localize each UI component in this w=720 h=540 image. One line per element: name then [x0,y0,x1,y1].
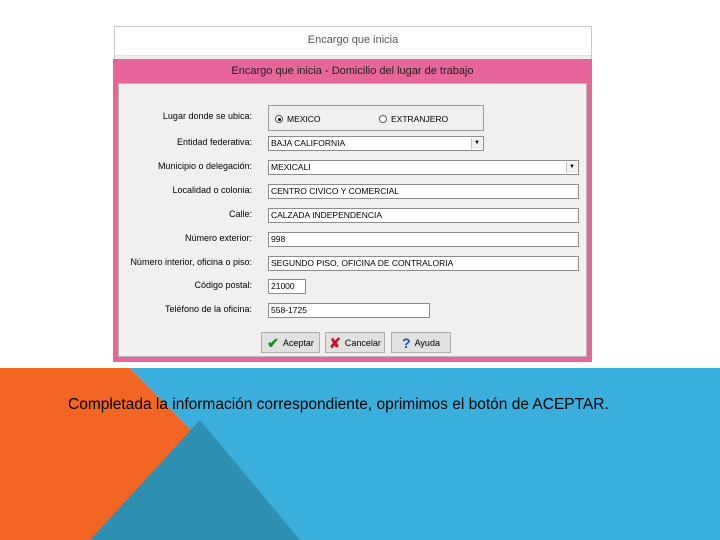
num-int-label: Número interior, oficina o piso: [130,257,252,267]
caption-emphasis: ACEPTAR [532,396,605,413]
cancel-button[interactable]: ✘ Cancelar [325,332,385,353]
telefono-label: Teléfono de la oficina: [164,304,252,314]
check-icon: ✔ [267,334,279,351]
location-radio-group: MEXICO EXTRANJERO [268,105,484,131]
x-icon: ✘ [329,334,341,351]
help-button-label: Ayuda [414,337,440,348]
num-ext-value: 998 [271,234,286,244]
cp-value: 21000 [271,281,295,291]
entidad-label: Entidad federativa: [176,137,252,147]
radio-mexico[interactable]: MEXICO [275,114,321,124]
localidad-label: Localidad o colonia: [172,185,252,195]
municipio-value: MEXICALI [271,162,311,172]
cancel-button-label: Cancelar [344,337,381,348]
municipio-label: Municipio o delegación: [157,161,252,171]
calle-value: CALZADA INDEPENDENCIA [271,210,382,220]
location-label: Lugar donde se ubica: [162,111,252,121]
radio-mexico-label: MEXICO [287,114,321,124]
caption-text: Completada la información correspondient… [68,395,668,415]
cp-input[interactable]: 21000 [268,279,306,294]
num-ext-input[interactable]: 998 [268,232,579,247]
outer-window-title: Encargo que inicia [115,27,591,56]
dialog-body: Lugar donde se ubica: MEXICO EXTRANJERO … [118,83,587,357]
telefono-input[interactable]: 558-1725 [268,303,430,318]
dialog-title: Encargo que inicia - Domicilio del lugar… [231,65,474,77]
calle-input[interactable]: CALZADA INDEPENDENCIA [268,208,579,223]
radio-mexico-icon [275,115,283,123]
caption-end: . [604,396,609,413]
calle-label: Calle: [228,209,252,219]
num-ext-label: Número exterior: [184,233,252,243]
radio-extranjero-icon [379,115,387,123]
chevron-down-icon[interactable]: ▼ [471,138,482,149]
radio-extranjero-label: EXTRANJERO [391,114,449,124]
accept-button[interactable]: ✔ Aceptar [261,332,320,353]
num-int-value: SEGUNDO PISO, OFICINA DE CONTRALORIA [271,258,454,268]
accept-button-label: Aceptar [282,337,314,348]
caption-main: Completada la información correspondient… [68,396,529,413]
question-icon: ? [402,334,411,351]
localidad-value: CENTRO CIVICO Y COMERCIAL [271,186,400,196]
num-int-input[interactable]: SEGUNDO PISO, OFICINA DE CONTRALORIA [268,256,579,271]
telefono-value: 558-1725 [271,305,307,315]
chevron-down-icon[interactable]: ▼ [566,162,577,173]
entidad-select[interactable]: BAJA CALIFORNIA ▼ [268,136,484,151]
help-button[interactable]: ? Ayuda [391,332,451,353]
address-dialog: Encargo que inicia - Domicilio del lugar… [113,59,592,362]
localidad-input[interactable]: CENTRO CIVICO Y COMERCIAL [268,184,579,199]
municipio-select[interactable]: MEXICALI ▼ [268,160,579,175]
radio-extranjero[interactable]: EXTRANJERO [379,114,448,124]
cp-label: Código postal: [194,280,252,290]
entidad-value: BAJA CALIFORNIA [271,138,346,148]
